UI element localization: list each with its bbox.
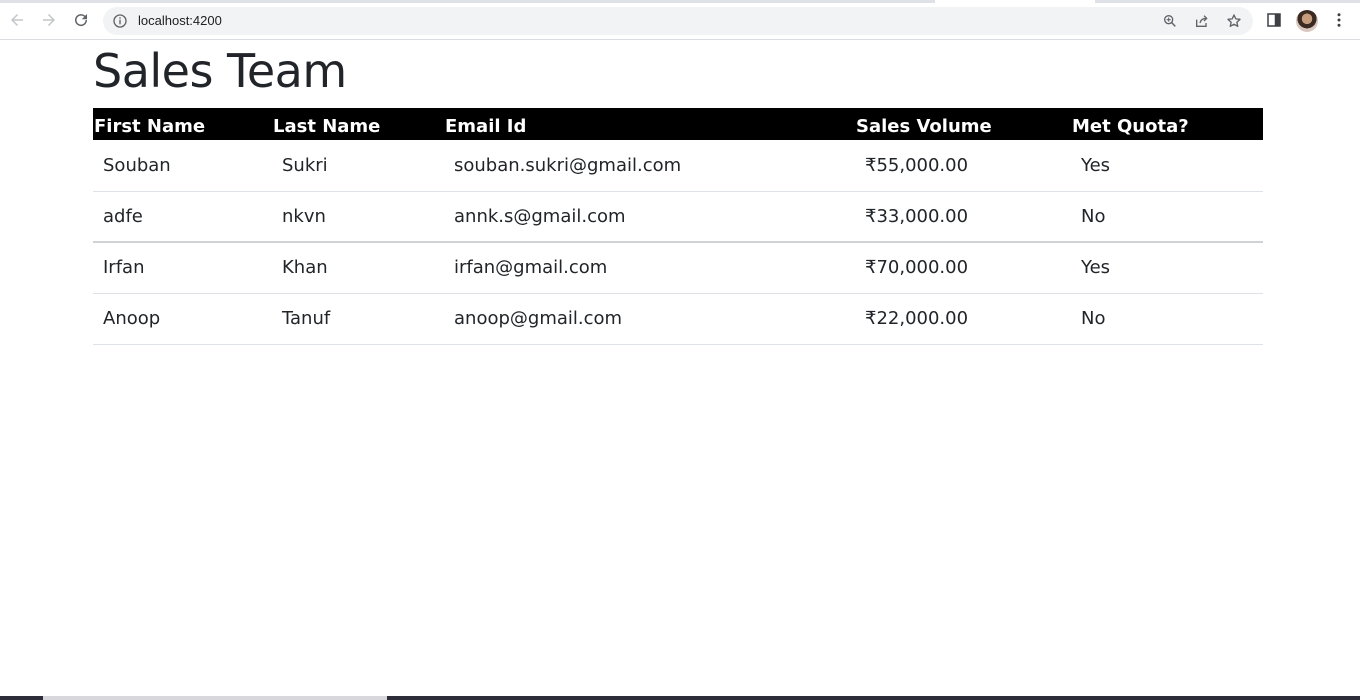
cell-sales-volume: ₹55,000.00 (855, 140, 1071, 192)
tab-strip (0, 0, 1360, 3)
back-button[interactable] (6, 9, 28, 31)
table-body: Souban Sukri souban.sukri@gmail.com ₹55,… (93, 140, 1263, 345)
table-header: First Name Last Name Email Id Sales Volu… (93, 108, 1263, 140)
header-sales-volume: Sales Volume (856, 115, 992, 137)
table-row: Irfan Khan irfan@gmail.com ₹70,000.00 Ye… (93, 242, 1263, 294)
forward-button[interactable] (38, 9, 60, 31)
cell-met-quota: No (1071, 293, 1263, 345)
cell-last-name: Sukri (272, 140, 444, 192)
back-icon (11, 14, 23, 26)
cell-first-name: Irfan (93, 242, 272, 294)
cell-last-name: Tanuf (272, 293, 444, 345)
bookmark-star-icon[interactable] (1226, 13, 1242, 29)
header-first-name: First Name (94, 115, 206, 137)
cell-email: anoop@gmail.com (444, 293, 855, 345)
url-text[interactable]: localhost:4200 (138, 13, 222, 28)
cell-first-name: Anoop (93, 293, 272, 345)
cell-last-name: nkvn (272, 191, 444, 243)
reload-button[interactable] (70, 9, 92, 31)
forward-icon (43, 14, 55, 26)
cell-first-name: adfe (93, 191, 272, 243)
sales-team-table: First Name Last Name Email Id Sales Volu… (93, 108, 1263, 345)
cell-sales-volume: ₹70,000.00 (855, 242, 1071, 294)
more-menu-icon[interactable] (1330, 11, 1348, 29)
address-bar[interactable]: localhost:4200 (103, 7, 1253, 35)
cell-email: annk.s@gmail.com (444, 191, 855, 243)
page-title: Sales Team (93, 44, 347, 98)
cell-sales-volume: ₹22,000.00 (855, 293, 1071, 345)
profile-avatar[interactable] (1296, 10, 1318, 32)
cell-met-quota: No (1071, 191, 1263, 243)
table-row: Souban Sukri souban.sukri@gmail.com ₹55,… (93, 140, 1263, 192)
cell-met-quota: Yes (1071, 140, 1263, 192)
share-icon[interactable] (1194, 13, 1210, 29)
taskbar-strip (0, 696, 1360, 700)
browser-toolbar: localhost:4200 (0, 0, 1360, 40)
table-row: Anoop Tanuf anoop@gmail.com ₹22,000.00 N… (93, 293, 1263, 345)
cell-email: irfan@gmail.com (444, 242, 855, 294)
side-panel-icon[interactable] (1265, 11, 1283, 29)
cell-sales-volume: ₹33,000.00 (855, 191, 1071, 243)
cell-first-name: Souban (93, 140, 272, 192)
reload-icon (75, 14, 88, 27)
cell-email: souban.sukri@gmail.com (444, 140, 855, 192)
header-met-quota: Met Quota? (1072, 115, 1189, 137)
header-last-name: Last Name (273, 115, 381, 137)
table-row: adfe nkvn annk.s@gmail.com ₹33,000.00 No (93, 191, 1263, 243)
cell-last-name: Khan (272, 242, 444, 294)
cell-met-quota: Yes (1071, 242, 1263, 294)
header-row: First Name Last Name Email Id Sales Volu… (93, 108, 1263, 140)
zoom-icon[interactable] (1162, 13, 1178, 29)
info-icon[interactable] (112, 13, 128, 29)
header-email-id: Email Id (445, 115, 527, 137)
